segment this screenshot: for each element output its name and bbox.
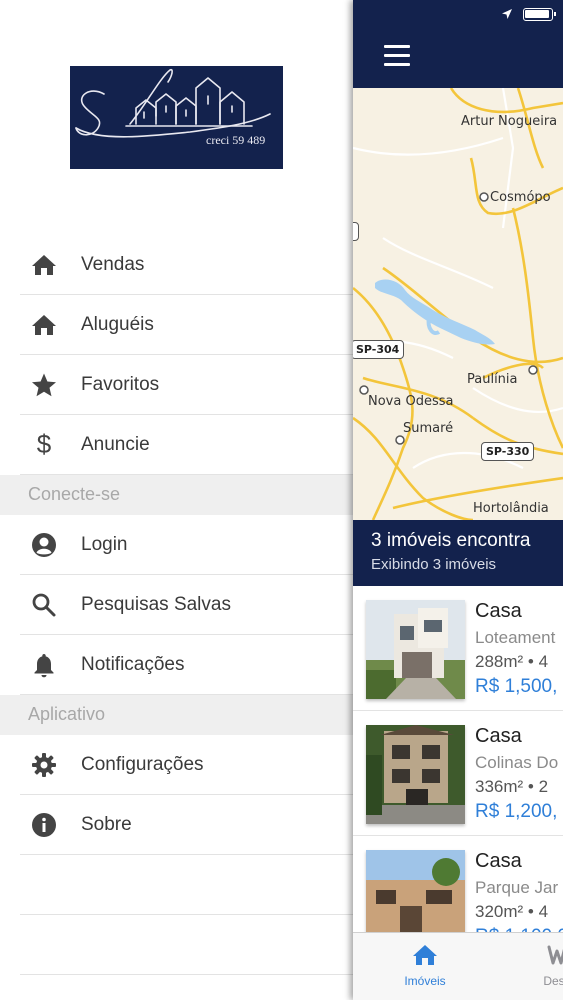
battery-icon	[523, 8, 556, 21]
results-summary-bar: 3 imóveis encontra Exibindo 3 imóveis	[353, 520, 563, 586]
home-icon	[30, 251, 58, 279]
road-shield: SP-304	[353, 340, 405, 359]
explore-icon	[543, 945, 563, 971]
menu-item-about[interactable]: Sobre	[20, 795, 353, 855]
app-screen: creci 59 489 Vendas Aluguéis Favoritos $…	[0, 0, 563, 1000]
results-subtitle: Exibindo 3 imóveis	[371, 556, 497, 573]
menu-item-anuncie[interactable]: $ Anuncie	[20, 415, 353, 475]
listing-price: R$ 1,500,	[475, 676, 558, 697]
section-header-connect: Conecte-se	[0, 475, 353, 515]
menu-item-favoritos[interactable]: Favoritos	[20, 355, 353, 415]
gear-icon	[30, 751, 58, 779]
location-arrow-icon	[501, 7, 513, 25]
menu-item-settings[interactable]: Configurações	[20, 735, 353, 795]
menu-label: Pesquisas Salvas	[81, 593, 231, 615]
home-icon	[30, 311, 58, 339]
search-icon	[30, 591, 58, 619]
listing-location: Colinas Do	[475, 753, 559, 772]
menu-label: Configurações	[81, 753, 204, 775]
listing-item[interactable]: Casa Loteament 288m² • 4 R$ 1,500,	[353, 586, 563, 711]
listing-photo	[366, 725, 465, 824]
listing-price: R$ 1,200,	[475, 801, 558, 822]
main-panel: Artur Nogueira Cosmópo Paulínia Nova Ode…	[353, 0, 563, 1000]
listing-title: Casa	[475, 600, 522, 622]
section-header-app: Aplicativo	[0, 695, 353, 735]
menu-item-login[interactable]: Login	[20, 515, 353, 575]
map-label-place: Paulínia	[467, 372, 518, 387]
tab-label: Imóveis	[404, 974, 446, 988]
menu-item-notifications[interactable]: Notificações	[20, 635, 353, 695]
map-label-place: Hortolândia	[473, 501, 549, 516]
bell-icon	[30, 651, 58, 679]
section-header-label: Aplicativo	[28, 704, 106, 724]
menu-label: Sobre	[81, 813, 132, 835]
star-icon	[30, 371, 58, 399]
account-icon	[30, 531, 58, 559]
section-header-label: Conecte-se	[28, 484, 121, 504]
map-label-place: Artur Nogueira	[461, 114, 558, 129]
info-icon	[30, 811, 58, 839]
listing-specs: 336m² • 2	[475, 777, 549, 796]
results-count-title: 3 imóveis encontra	[371, 530, 531, 551]
tab-imoveis[interactable]: Imóveis	[397, 943, 453, 988]
listing-photo	[366, 600, 465, 699]
map-label-place: Nova Odessa	[368, 394, 454, 409]
listing-item[interactable]: Casa Colinas Do 336m² • 2 R$ 1,200,	[353, 711, 563, 836]
side-drawer: creci 59 489 Vendas Aluguéis Favoritos $…	[0, 0, 353, 1000]
company-logo: creci 59 489	[70, 66, 283, 169]
road-shield-partial	[353, 222, 359, 241]
menu-item-saved-searches[interactable]: Pesquisas Salvas	[20, 575, 353, 635]
menu-label: Favoritos	[81, 373, 160, 395]
menu-divider	[20, 855, 353, 915]
menu-label: Notificações	[81, 653, 185, 675]
listing-specs: 320m² • 4	[475, 902, 549, 921]
tab-label: Desc	[543, 974, 563, 988]
dollar-icon: $	[36, 429, 52, 459]
listing-specs: 288m² • 4	[475, 652, 549, 671]
top-navbar	[353, 0, 563, 88]
listing-title: Casa	[475, 725, 522, 747]
tab-descobrir[interactable]: Desc	[529, 943, 563, 988]
listing-title: Casa	[475, 850, 522, 872]
listing-location: Parque Jar	[475, 878, 559, 897]
menu-label: Vendas	[81, 253, 145, 275]
menu-divider	[20, 915, 353, 975]
logo-creci-text: creci 59 489	[206, 133, 266, 147]
menu-item-alugueis[interactable]: Aluguéis	[20, 295, 353, 355]
hamburger-menu-icon[interactable]	[384, 45, 410, 66]
map-view[interactable]: Artur Nogueira Cosmópo Paulínia Nova Ode…	[353, 88, 563, 520]
map-label-place: Sumaré	[403, 421, 454, 436]
map-label-place: Cosmópo	[490, 190, 551, 205]
menu-item-vendas[interactable]: Vendas	[20, 235, 353, 295]
menu-label: Login	[81, 533, 128, 555]
bottom-tab-bar: Imóveis Desc	[353, 932, 563, 1000]
home-icon	[411, 945, 439, 971]
menu-label: Anuncie	[81, 433, 150, 455]
listing-location: Loteament	[475, 628, 556, 647]
road-shield: SP-330	[481, 442, 535, 461]
menu-label: Aluguéis	[81, 313, 154, 335]
